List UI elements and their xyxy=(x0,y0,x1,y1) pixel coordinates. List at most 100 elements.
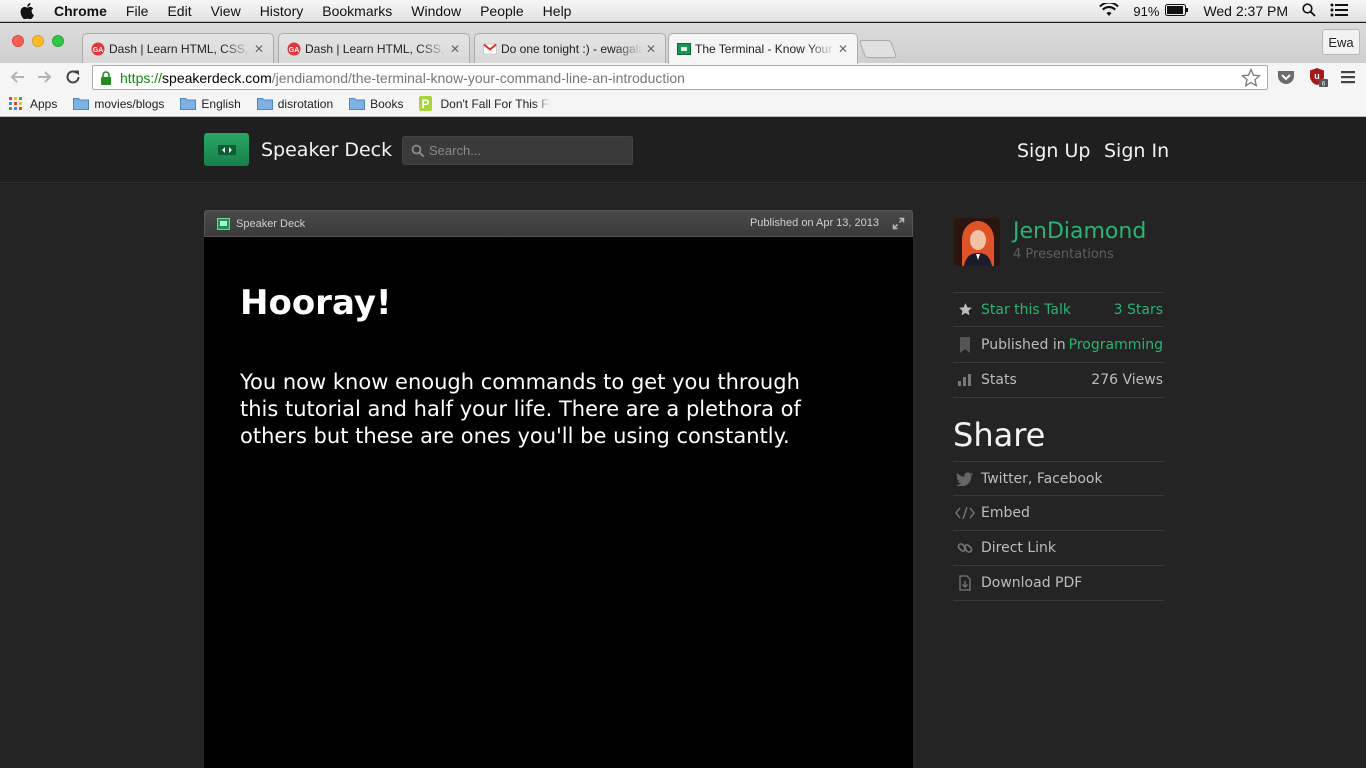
bookmark-label: disrotation xyxy=(277,96,334,111)
ga-icon: GA xyxy=(91,42,105,56)
share-download-pdf[interactable]: Download PDF xyxy=(953,566,1164,601)
svg-text:GA: GA xyxy=(93,47,104,54)
published-in-label: Published in xyxy=(981,337,1066,353)
menu-help[interactable]: Help xyxy=(543,3,572,19)
bookmark-label: Don't Fall For This Fl xyxy=(440,96,552,111)
published-date: Published on Apr 13, 2013 xyxy=(749,217,879,229)
svg-text:GA: GA xyxy=(289,47,300,54)
tab-close-icon[interactable]: ✕ xyxy=(643,42,659,56)
share-label[interactable]: Twitter, Facebook xyxy=(981,471,1103,487)
wifi-icon[interactable] xyxy=(1099,1,1120,20)
menu-view[interactable]: View xyxy=(211,3,241,19)
lock-icon[interactable] xyxy=(100,70,114,85)
chrome-menu-icon[interactable] xyxy=(1338,67,1358,87)
bookmark-dont-fall[interactable]: P Don't Fall For This Fl xyxy=(419,96,552,111)
new-tab-button[interactable] xyxy=(858,40,898,58)
tab-dash-2[interactable]: GA Dash | Learn HTML, CSS, and ✕ xyxy=(278,33,470,63)
svg-text:P: P xyxy=(422,97,430,111)
p-logo-icon: P xyxy=(419,96,435,111)
folder-icon xyxy=(349,97,366,110)
menu-edit[interactable]: Edit xyxy=(167,3,191,19)
tab-close-icon[interactable]: ✕ xyxy=(835,42,851,56)
sign-up-link[interactable]: Sign Up xyxy=(1017,140,1090,162)
pocket-extension-icon[interactable] xyxy=(1276,67,1296,87)
search-input[interactable] xyxy=(429,143,619,158)
bookmark-folder-english[interactable]: English xyxy=(180,97,241,111)
speakerdeck-logo-icon[interactable] xyxy=(204,133,249,166)
tab-title: Do one tonight :) - ewagala xyxy=(501,41,643,56)
share-label[interactable]: Embed xyxy=(981,505,1030,521)
window-zoom-button[interactable] xyxy=(52,35,64,47)
macos-menu-bar: Chrome File Edit View History Bookmarks … xyxy=(0,0,1366,22)
bookmark-star-icon[interactable] xyxy=(1240,67,1262,91)
bookmark-ribbon-icon xyxy=(955,337,975,353)
url-path: /jendiamond/the-terminal-know-your-comma… xyxy=(271,69,685,86)
star-talk-row[interactable]: Star this Talk 3 Stars xyxy=(953,292,1164,327)
star-icon xyxy=(955,302,975,317)
profile-button[interactable]: Ewa xyxy=(1322,29,1360,55)
star-count[interactable]: 3 Stars xyxy=(1114,302,1163,318)
stats-label: Stats xyxy=(981,372,1017,388)
battery-percent: 91% xyxy=(1133,3,1160,19)
star-talk-label[interactable]: Star this Talk xyxy=(981,302,1071,318)
menu-bookmarks[interactable]: Bookmarks xyxy=(322,3,392,19)
download-pdf-icon xyxy=(955,575,975,591)
menu-people[interactable]: People xyxy=(480,3,524,19)
reload-icon[interactable] xyxy=(63,67,83,87)
category-link[interactable]: Programming xyxy=(1069,337,1163,353)
menu-window[interactable]: Window xyxy=(411,3,461,19)
tab-close-icon[interactable]: ✕ xyxy=(251,42,267,56)
fullscreen-expand-icon[interactable] xyxy=(892,217,905,233)
menu-file[interactable]: File xyxy=(126,3,149,19)
url-host: speakerdeck.com xyxy=(162,69,272,86)
window-close-button[interactable] xyxy=(12,35,24,47)
twitter-bird-icon xyxy=(955,471,975,486)
player-brand[interactable]: Speaker Deck xyxy=(236,218,305,230)
apple-logo-icon[interactable] xyxy=(20,2,36,19)
site-brand[interactable]: Speaker Deck xyxy=(261,139,392,161)
slide-body: You now know enough commands to get you … xyxy=(240,370,801,448)
bookmark-label: Books xyxy=(370,96,404,111)
bookmark-folder-movies[interactable]: movies/blogs xyxy=(73,97,164,111)
back-arrow-icon[interactable] xyxy=(7,67,27,87)
slide-viewer[interactable]: Hooray! You now know enough commands to … xyxy=(204,237,913,768)
apps-grid-icon xyxy=(9,97,25,110)
spotlight-search-icon[interactable] xyxy=(1302,2,1316,20)
site-search[interactable] xyxy=(402,136,633,165)
sign-in-link[interactable]: Sign In xyxy=(1104,140,1169,162)
share-twitter-facebook[interactable]: Twitter, Facebook xyxy=(953,461,1164,496)
battery-icon[interactable] xyxy=(1165,3,1189,19)
link-chain-icon xyxy=(955,540,975,556)
clock[interactable]: Wed 2:37 PM xyxy=(1203,3,1288,19)
browser-toolbar: https://speakerdeck.com/jendiamond/the-t… xyxy=(0,63,1366,91)
share-embed[interactable]: Embed xyxy=(953,496,1164,531)
forward-arrow-icon[interactable] xyxy=(35,67,55,87)
svg-text:u: u xyxy=(1314,71,1320,81)
share-label[interactable]: Direct Link xyxy=(981,540,1056,556)
menu-history[interactable]: History xyxy=(260,3,304,19)
bookmark-folder-books[interactable]: Books xyxy=(349,97,403,111)
url-scheme: https:// xyxy=(120,69,163,86)
bar-chart-icon xyxy=(955,374,975,386)
gmail-icon xyxy=(483,42,497,56)
address-bar[interactable]: https://speakerdeck.com/jendiamond/the-t… xyxy=(92,65,1268,90)
tab-speakerdeck-active[interactable]: The Terminal - Know Your Command Line ✕ xyxy=(668,33,858,64)
share-direct-link[interactable]: Direct Link xyxy=(953,531,1164,566)
tab-dash-1[interactable]: GA Dash | Learn HTML, CSS, and ✕ xyxy=(82,33,274,63)
tab-gmail[interactable]: Do one tonight :) - ewagala ✕ xyxy=(474,33,666,63)
window-minimize-button[interactable] xyxy=(32,35,44,47)
notification-center-icon[interactable] xyxy=(1330,3,1348,20)
tab-close-icon[interactable]: ✕ xyxy=(447,42,463,56)
avatar[interactable] xyxy=(954,218,1000,266)
share-label[interactable]: Download PDF xyxy=(981,575,1082,591)
bookmark-apps[interactable]: Apps xyxy=(9,97,57,111)
author-name-link[interactable]: JenDiamond xyxy=(1013,219,1146,244)
bookmark-label: movies/blogs xyxy=(94,96,165,111)
ublock-extension-icon[interactable]: u6 xyxy=(1308,67,1328,87)
author-presentations-count[interactable]: 4 Presentations xyxy=(1013,247,1114,262)
speakerdeck-icon xyxy=(677,42,691,56)
menu-chrome[interactable]: Chrome xyxy=(54,3,107,19)
bookmark-folder-disrotation[interactable]: disrotation xyxy=(256,96,334,111)
speakerdeck-small-logo-icon xyxy=(217,217,230,230)
slide-title: Hooray! xyxy=(240,283,392,323)
